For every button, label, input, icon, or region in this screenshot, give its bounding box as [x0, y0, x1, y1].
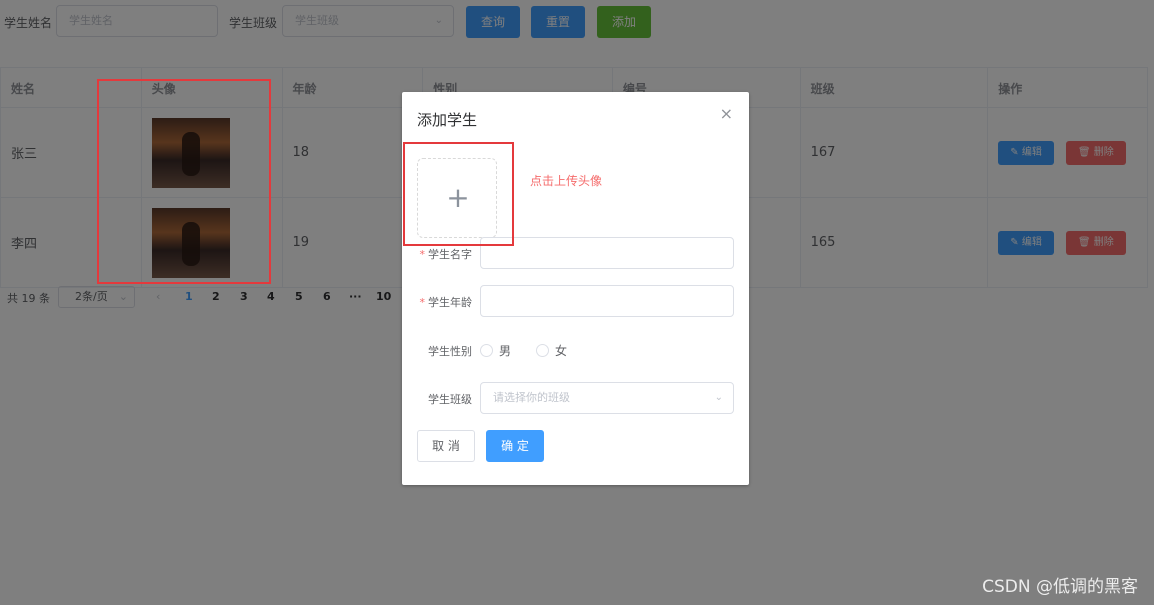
gender-female-radio[interactable]: 女	[536, 342, 567, 359]
gender-male-radio[interactable]: 男	[480, 342, 511, 359]
close-icon[interactable]: ×	[720, 104, 733, 123]
student-class-field[interactable]: 请选择你的班级 ⌄	[480, 382, 734, 414]
chevron-down-icon: ⌄	[714, 392, 723, 403]
student-age-field-text: 学生年龄	[428, 296, 472, 309]
required-mark: *	[419, 296, 426, 309]
cancel-button[interactable]: 取 消	[417, 430, 475, 462]
gender-female-label: 女	[555, 344, 568, 358]
confirm-button[interactable]: 确 定	[486, 430, 544, 462]
student-class-field-placeholder: 请选择你的班级	[493, 391, 570, 404]
student-gender-field-label: 学生性别	[428, 345, 472, 358]
watermark: CSDN @低调的黑客	[982, 577, 1138, 597]
upload-hint: 点击上传头像	[530, 174, 603, 188]
radio-circle-icon	[480, 344, 493, 357]
gender-male-label: 男	[499, 344, 512, 358]
form-row-age: * 学生年龄	[402, 285, 749, 317]
required-mark: *	[419, 248, 426, 261]
student-name-field[interactable]	[480, 237, 734, 269]
avatar-column-annotation	[97, 79, 271, 284]
student-name-field-text: 学生名字	[428, 248, 472, 261]
student-class-field-label: 学生班级	[428, 393, 472, 406]
student-age-field[interactable]	[480, 285, 734, 317]
student-name-field-label: * 学生名字	[402, 246, 473, 262]
student-age-field-label: * 学生年龄	[402, 294, 473, 310]
dialog-title: 添加学生	[417, 111, 478, 129]
uploader-annotation	[403, 142, 514, 246]
form-row-gender: 学生性别 男 女	[402, 334, 749, 366]
form-row-class: 学生班级 请选择你的班级 ⌄	[402, 382, 749, 414]
radio-circle-icon	[536, 344, 549, 357]
